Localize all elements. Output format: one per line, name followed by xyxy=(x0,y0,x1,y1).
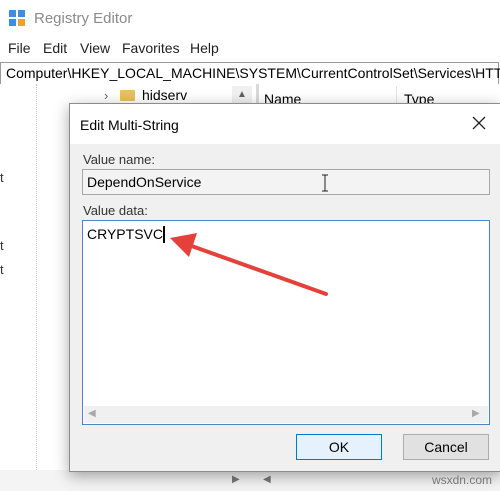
text-caret xyxy=(163,226,165,243)
scroll-right-icon[interactable]: ▶ xyxy=(472,408,480,419)
text-cursor-icon xyxy=(322,174,328,192)
scroll-up-icon[interactable]: ▲ xyxy=(232,86,252,104)
scroll-left-icon[interactable]: ◀ xyxy=(263,474,271,485)
textarea-horizontal-scrollbar[interactable]: ◀ ▶ xyxy=(84,406,488,423)
value-data-text: CRYPTSVC xyxy=(87,226,163,242)
folder-icon xyxy=(120,90,135,101)
address-bar[interactable]: Computer\HKEY_LOCAL_MACHINE\SYSTEM\Curre… xyxy=(0,62,500,85)
value-name-text: DependOnService xyxy=(87,174,202,190)
dialog-title: Edit Multi-String xyxy=(80,117,179,133)
tree-item-hidserv[interactable]: hidserv xyxy=(142,87,187,103)
menu-bar: File Edit View Favorites Help xyxy=(0,38,500,60)
window-title: Registry Editor xyxy=(34,10,133,27)
registry-editor-icon xyxy=(9,10,25,26)
value-data-label: Value data: xyxy=(83,203,148,218)
cancel-button[interactable]: Cancel xyxy=(403,434,489,460)
menu-edit[interactable]: Edit xyxy=(43,40,67,56)
menu-file[interactable]: File xyxy=(8,40,31,56)
close-icon[interactable] xyxy=(470,114,488,132)
edit-multi-string-dialog: Edit Multi-String Value name: DependOnSe… xyxy=(69,103,500,472)
value-name-label: Value name: xyxy=(83,152,156,167)
value-name-field[interactable]: DependOnService xyxy=(82,169,490,195)
menu-help[interactable]: Help xyxy=(190,40,219,56)
menu-favorites[interactable]: Favorites xyxy=(122,40,180,56)
watermark: wsxdn.com xyxy=(431,473,492,487)
tree-guide-line xyxy=(36,84,37,484)
address-path: Computer\HKEY_LOCAL_MACHINE\SYSTEM\Curre… xyxy=(6,65,500,81)
ok-button[interactable]: OK xyxy=(296,434,382,460)
chevron-right-icon[interactable]: › xyxy=(104,88,108,103)
value-data-textarea[interactable]: CRYPTSVC ◀ ▶ xyxy=(82,220,490,425)
dialog-titlebar: Edit Multi-String xyxy=(70,104,500,144)
scroll-right-icon[interactable]: ▶ xyxy=(232,474,240,485)
horizontal-scrollbar-area[interactable] xyxy=(0,470,500,491)
scroll-left-icon[interactable]: ◀ xyxy=(88,408,96,419)
menu-view[interactable]: View xyxy=(80,40,110,56)
